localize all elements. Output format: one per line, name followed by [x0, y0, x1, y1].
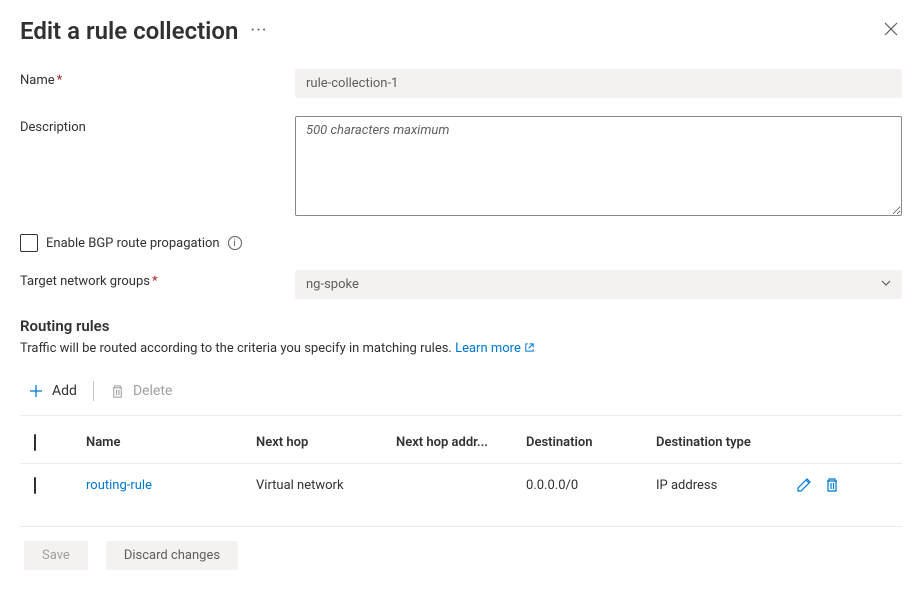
- required-asterisk: *: [152, 274, 158, 289]
- header-checkbox-cell: [20, 431, 80, 454]
- row-actions: [790, 473, 880, 497]
- required-asterisk: *: [57, 73, 63, 88]
- footer-bar: Save Discard changes: [20, 526, 902, 570]
- target-label: Target network groups*: [20, 270, 285, 289]
- description-textarea[interactable]: [295, 116, 902, 216]
- discard-button[interactable]: Discard changes: [106, 541, 238, 570]
- name-input[interactable]: [295, 69, 902, 98]
- routing-rules-title: Routing rules: [20, 317, 902, 335]
- routing-rules-desc: Traffic will be routed according to the …: [20, 341, 902, 357]
- col-name: Name: [80, 431, 250, 454]
- name-label: Name*: [20, 69, 285, 88]
- rules-table: Name Next hop Next hop addr... Destinati…: [20, 422, 902, 506]
- delete-rule-button[interactable]: Delete: [110, 383, 172, 399]
- row-destination: 0.0.0.0/0: [520, 474, 650, 497]
- col-next-hop: Next hop: [250, 431, 390, 454]
- col-destination: Destination: [520, 431, 650, 454]
- save-button[interactable]: Save: [24, 541, 88, 570]
- bgp-checkbox[interactable]: [20, 234, 38, 252]
- bgp-label: Enable BGP route propagation: [46, 236, 220, 251]
- row-checkbox[interactable]: [34, 477, 36, 494]
- form-grid: Name* Description: [20, 69, 902, 216]
- rule-name-link[interactable]: routing-rule: [86, 478, 152, 493]
- external-link-icon: [524, 342, 535, 357]
- more-actions-icon[interactable]: ···: [250, 20, 267, 41]
- edit-rule-collection-panel: Edit a rule collection ··· Name* Descrip…: [0, 0, 922, 590]
- delete-rule-row-button[interactable]: [824, 477, 840, 493]
- panel-title: Edit a rule collection: [20, 17, 238, 45]
- learn-more-link[interactable]: Learn more: [455, 341, 535, 356]
- row-dest-type: IP address: [650, 474, 790, 497]
- toolbar-separator: [93, 381, 94, 401]
- edit-rule-button[interactable]: [796, 477, 812, 493]
- info-icon[interactable]: i: [228, 236, 242, 250]
- row-next-hop-addr: [390, 481, 520, 489]
- close-icon: [884, 22, 898, 36]
- row-checkbox-cell: [20, 474, 80, 497]
- add-rule-button[interactable]: Add: [28, 383, 77, 399]
- col-actions: [790, 439, 880, 447]
- row-name-cell: routing-rule: [80, 474, 250, 497]
- col-next-hop-addr: Next hop addr...: [390, 431, 520, 454]
- panel-header: Edit a rule collection ···: [20, 16, 902, 45]
- close-button[interactable]: [880, 16, 902, 45]
- description-label: Description: [20, 116, 285, 135]
- target-select-wrap: [295, 270, 902, 299]
- col-dest-type: Destination type: [650, 431, 790, 454]
- target-select[interactable]: [295, 270, 902, 299]
- bgp-row: Enable BGP route propagation i: [20, 234, 902, 252]
- rules-toolbar: Add Delete: [20, 373, 902, 416]
- plus-icon: [28, 383, 44, 399]
- target-grid: Target network groups*: [20, 270, 902, 299]
- table-header: Name Next hop Next hop addr... Destinati…: [20, 422, 902, 464]
- row-next-hop: Virtual network: [250, 474, 390, 497]
- trash-icon: [110, 384, 125, 399]
- select-all-checkbox[interactable]: [34, 434, 36, 451]
- table-row: routing-rule Virtual network 0.0.0.0/0 I…: [20, 464, 902, 506]
